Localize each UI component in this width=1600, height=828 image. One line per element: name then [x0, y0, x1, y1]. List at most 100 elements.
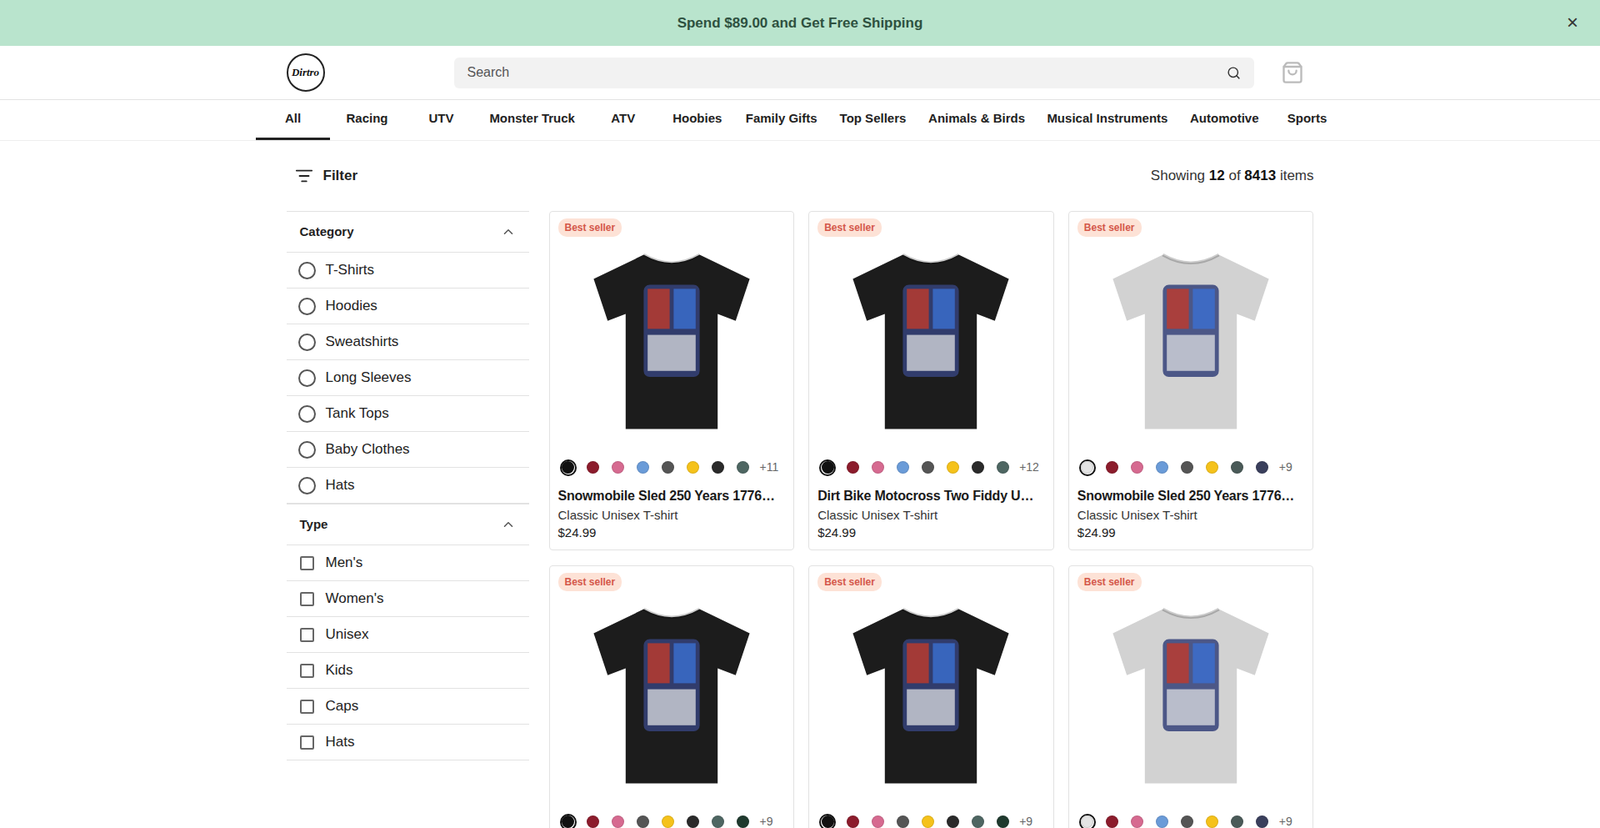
- color-swatch[interactable]: [685, 813, 702, 828]
- product-title[interactable]: Snowmobile Sled 250 Years 1776…: [558, 485, 786, 506]
- filter-option[interactable]: Hats: [286, 724, 530, 760]
- more-colors[interactable]: +9: [1019, 812, 1033, 828]
- search-icon[interactable]: [1226, 65, 1241, 80]
- radio-icon[interactable]: [298, 369, 316, 387]
- nav-tab[interactable]: Top Sellers: [828, 100, 918, 140]
- color-swatch[interactable]: [894, 813, 911, 828]
- color-swatch[interactable]: [969, 459, 986, 476]
- color-swatch[interactable]: [1229, 459, 1246, 476]
- color-swatch[interactable]: [844, 813, 861, 828]
- radio-icon[interactable]: [298, 261, 316, 280]
- color-swatch[interactable]: [1154, 459, 1171, 476]
- color-swatch[interactable]: [919, 459, 936, 476]
- nav-tab[interactable]: Hoobies: [660, 100, 735, 140]
- color-swatch[interactable]: [1129, 459, 1146, 476]
- checkbox-icon[interactable]: [300, 591, 315, 606]
- checkbox-icon[interactable]: [300, 699, 315, 714]
- radio-icon[interactable]: [298, 476, 316, 495]
- color-swatch[interactable]: [685, 459, 702, 476]
- filter-group-header[interactable]: Category: [286, 211, 530, 253]
- color-swatch[interactable]: [660, 813, 677, 828]
- color-swatch[interactable]: [635, 813, 652, 828]
- color-swatch[interactable]: [1254, 459, 1271, 476]
- nav-tab[interactable]: Automotive: [1179, 100, 1270, 140]
- filter-option[interactable]: Sweatshirts: [286, 324, 530, 360]
- color-swatch[interactable]: [710, 459, 727, 476]
- product-image[interactable]: [558, 574, 786, 801]
- color-swatch[interactable]: [994, 459, 1011, 476]
- more-colors[interactable]: +9: [1279, 812, 1293, 828]
- close-banner-button[interactable]: ×: [1561, 11, 1584, 34]
- color-swatch[interactable]: [1104, 813, 1121, 828]
- product-card[interactable]: Best seller+11Snowmobile Sled 250 Years …: [549, 210, 795, 550]
- color-swatch[interactable]: [994, 813, 1011, 828]
- product-card[interactable]: Best seller+9: [1068, 565, 1315, 828]
- checkbox-icon[interactable]: [300, 735, 315, 750]
- color-swatch[interactable]: [1079, 459, 1096, 476]
- more-colors[interactable]: +9: [760, 812, 774, 828]
- logo[interactable]: Dirtro: [286, 53, 325, 92]
- color-swatch[interactable]: [610, 813, 627, 828]
- color-swatch[interactable]: [560, 813, 577, 828]
- filter-option[interactable]: Caps: [286, 688, 530, 725]
- color-swatch[interactable]: [585, 813, 602, 828]
- color-swatch[interactable]: [560, 459, 577, 476]
- color-swatch[interactable]: [1179, 813, 1196, 828]
- color-swatch[interactable]: [1104, 459, 1121, 476]
- nav-tab[interactable]: Animals & Birds: [917, 100, 1036, 140]
- filter-option[interactable]: Kids: [286, 652, 530, 689]
- checkbox-icon[interactable]: [300, 555, 315, 570]
- radio-icon[interactable]: [298, 440, 316, 459]
- color-swatch[interactable]: [1129, 813, 1146, 828]
- filter-option[interactable]: Men's: [286, 545, 530, 581]
- color-swatch[interactable]: [735, 459, 752, 476]
- more-colors[interactable]: +11: [760, 458, 780, 476]
- filter-option[interactable]: T-Shirts: [286, 252, 530, 289]
- product-image[interactable]: [1077, 220, 1305, 447]
- filter-button[interactable]: Filter: [286, 165, 359, 187]
- nav-tab[interactable]: Family Gifts: [734, 100, 829, 140]
- color-swatch[interactable]: [1204, 813, 1221, 828]
- nav-tab[interactable]: Musical Instruments: [1035, 100, 1179, 140]
- checkbox-icon[interactable]: [300, 663, 315, 678]
- search-field[interactable]: Search: [454, 57, 1255, 89]
- radio-icon[interactable]: [298, 405, 316, 423]
- filter-option[interactable]: Unisex: [286, 616, 530, 653]
- color-swatch[interactable]: [869, 813, 886, 828]
- color-swatch[interactable]: [1179, 459, 1196, 476]
- color-swatch[interactable]: [1204, 459, 1221, 476]
- nav-tab[interactable]: Monster Truck: [478, 100, 586, 140]
- color-swatch[interactable]: [969, 813, 986, 828]
- product-image[interactable]: [817, 220, 1045, 447]
- product-title[interactable]: Dirt Bike Motocross Two Fiddy U…: [817, 485, 1045, 506]
- color-swatch[interactable]: [919, 813, 936, 828]
- cart-icon[interactable]: [1280, 60, 1305, 85]
- color-swatch[interactable]: [635, 459, 652, 476]
- product-image[interactable]: [817, 574, 1045, 801]
- filter-option[interactable]: Women's: [286, 580, 530, 617]
- product-card[interactable]: Best seller+9: [549, 565, 795, 828]
- color-swatch[interactable]: [944, 813, 961, 828]
- radio-icon[interactable]: [298, 333, 316, 351]
- product-card[interactable]: Best seller+9Snowmobile Sled 250 Years 1…: [1068, 210, 1315, 550]
- nav-tab[interactable]: UTV: [404, 100, 479, 140]
- product-title[interactable]: Snowmobile Sled 250 Years 1776…: [1077, 485, 1305, 506]
- color-swatch[interactable]: [710, 813, 727, 828]
- color-swatch[interactable]: [735, 813, 752, 828]
- radio-icon[interactable]: [298, 297, 316, 315]
- color-swatch[interactable]: [1254, 813, 1271, 828]
- color-swatch[interactable]: [585, 459, 602, 476]
- filter-group-header[interactable]: Type: [286, 504, 530, 545]
- color-swatch[interactable]: [610, 459, 627, 476]
- product-image[interactable]: [1077, 574, 1305, 801]
- color-swatch[interactable]: [894, 459, 911, 476]
- nav-tab[interactable]: Racing: [330, 100, 405, 140]
- product-card[interactable]: Best seller+12Dirt Bike Motocross Two Fi…: [808, 210, 1055, 550]
- filter-option[interactable]: Tank Tops: [286, 395, 530, 432]
- color-swatch[interactable]: [1229, 813, 1246, 828]
- nav-tab[interactable]: Sports: [1270, 100, 1345, 140]
- nav-tab[interactable]: All: [255, 100, 330, 140]
- filter-option[interactable]: Long Sleeves: [286, 360, 530, 396]
- color-swatch[interactable]: [944, 459, 961, 476]
- color-swatch[interactable]: [869, 459, 886, 476]
